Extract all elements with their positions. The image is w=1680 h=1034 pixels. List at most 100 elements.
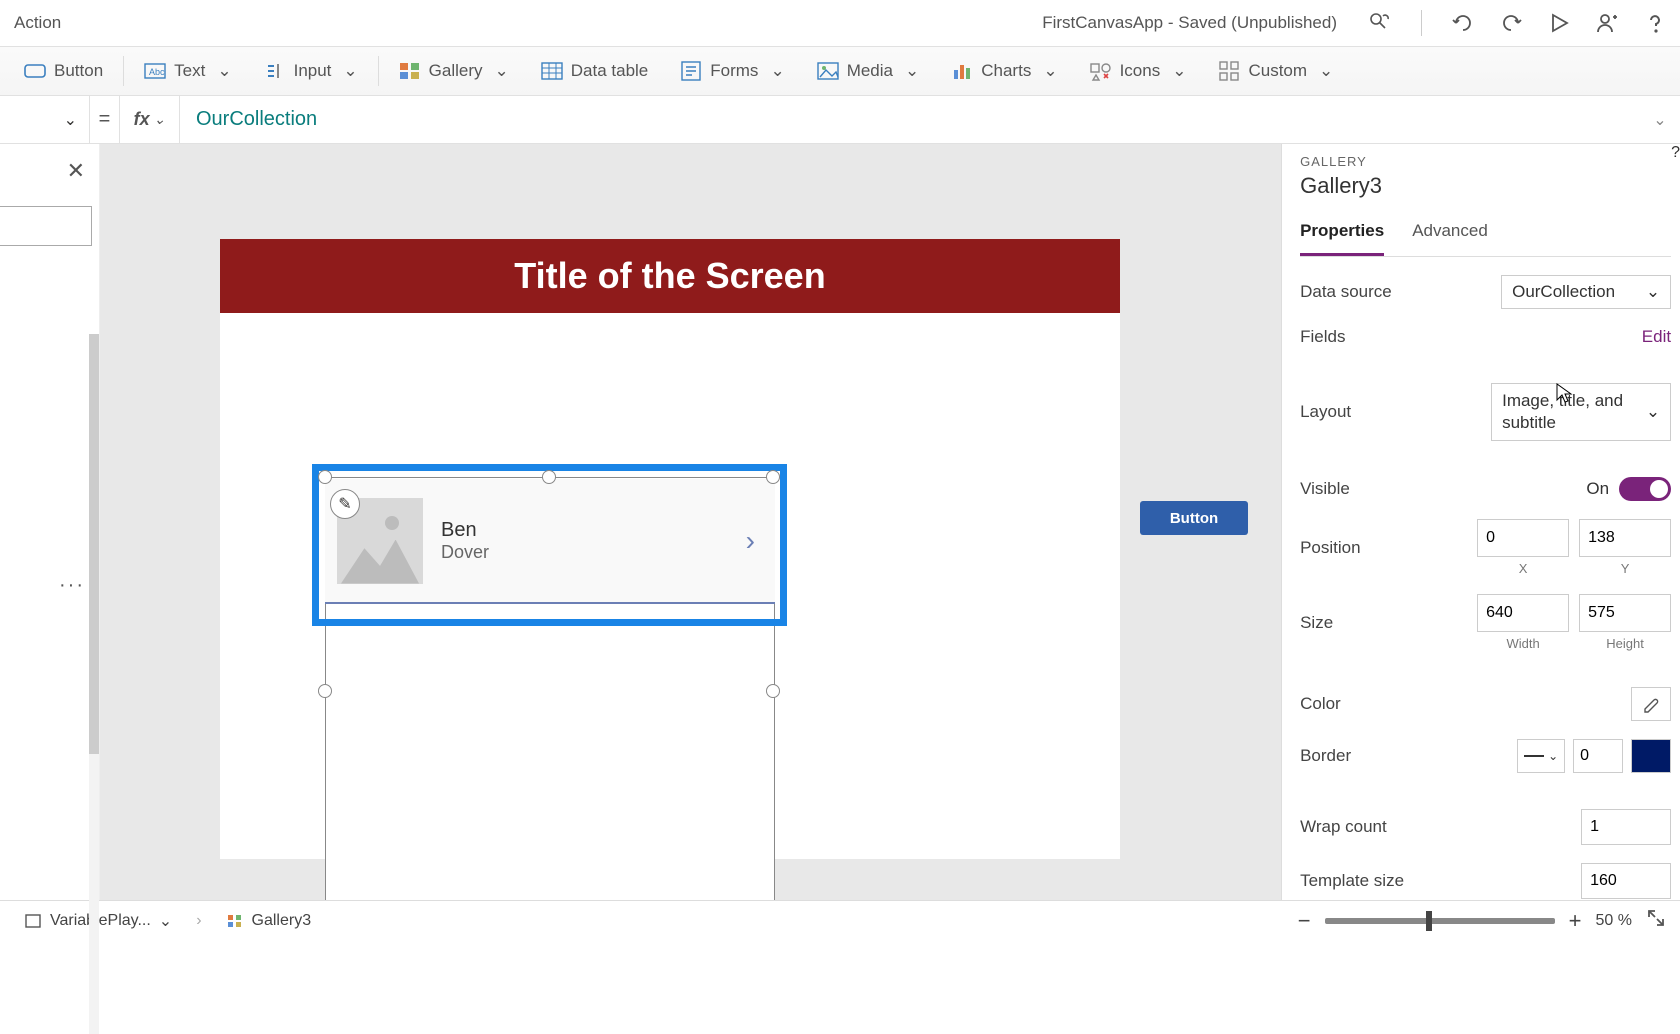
position-x-input[interactable] (1477, 519, 1569, 557)
chevron-down-icon: ⌄ (1646, 402, 1660, 422)
zoom-out-button[interactable]: − (1298, 908, 1311, 934)
breadcrumb-screen-label: VariablePlay... (50, 912, 151, 930)
insert-input-label: Input (294, 61, 332, 81)
formula-bar: ⌄ = fx⌄ OurCollection ⌄ (0, 96, 1680, 144)
panel-help-icon[interactable]: ? (1671, 144, 1680, 900)
help-icon[interactable] (1642, 10, 1668, 36)
forms-icon (680, 60, 702, 82)
zoom-in-button[interactable]: + (1569, 908, 1582, 934)
insert-icons-label: Icons (1120, 61, 1161, 81)
close-icon[interactable]: ✕ (67, 158, 85, 184)
gallery-icon (226, 912, 244, 930)
insert-gallery[interactable]: Gallery ⌄ (385, 54, 523, 88)
play-icon[interactable] (1546, 10, 1572, 36)
size-height-sublabel: Height (1606, 636, 1644, 651)
data-source-dropdown[interactable]: OurCollection ⌄ (1501, 275, 1671, 309)
border-color-picker[interactable] (1631, 739, 1671, 773)
prop-position-label: Position (1300, 538, 1477, 558)
position-y-input[interactable] (1579, 519, 1671, 557)
insert-button[interactable]: Button (10, 54, 117, 88)
visible-toggle[interactable] (1619, 477, 1671, 501)
size-width-sublabel: Width (1506, 636, 1539, 651)
position-x-sublabel: X (1519, 561, 1528, 576)
breadcrumb-control-label: Gallery3 (252, 912, 312, 930)
selection-outline (312, 464, 787, 626)
undo-icon[interactable] (1450, 10, 1476, 36)
custom-icon (1218, 60, 1240, 82)
position-y-sublabel: Y (1621, 561, 1630, 576)
tree-view-panel: ✕ ··· (0, 144, 100, 900)
formula-input[interactable]: OurCollection (180, 96, 1640, 143)
insert-custom[interactable]: Custom ⌄ (1204, 54, 1347, 88)
resize-handle[interactable] (542, 470, 556, 484)
chevron-down-icon: ⌄ (154, 111, 166, 128)
color-picker[interactable] (1631, 687, 1671, 721)
screen-title-label: Title of the Screen (220, 239, 1120, 313)
fields-edit-link[interactable]: Edit (1642, 327, 1671, 347)
chevron-down-icon: ⌄ (1646, 282, 1660, 302)
chevron-down-icon: ⌄ (1172, 61, 1186, 81)
insert-icons[interactable]: Icons ⌄ (1076, 54, 1201, 88)
layout-dropdown[interactable]: Image, title, and subtitle ⌄ (1491, 383, 1671, 441)
tab-advanced[interactable]: Advanced (1412, 213, 1488, 256)
tab-properties[interactable]: Properties (1300, 213, 1384, 256)
insert-input[interactable]: Input ⌄ (250, 54, 372, 88)
resize-handle[interactable] (766, 470, 780, 484)
size-height-input[interactable] (1579, 594, 1671, 632)
zoom-slider[interactable] (1325, 918, 1555, 924)
prop-border-label: Border (1300, 746, 1517, 766)
more-options-icon[interactable]: ··· (59, 574, 85, 597)
edit-template-icon[interactable]: ✎ (330, 489, 360, 519)
breadcrumb-separator: › (196, 912, 201, 930)
chevron-down-icon: ⌄ (1043, 61, 1057, 81)
template-size-input[interactable] (1581, 863, 1671, 899)
media-icon (817, 60, 839, 82)
insert-text-label: Text (174, 61, 205, 81)
prop-size-label: Size (1300, 613, 1477, 633)
ribbon-tab-action[interactable]: Action (12, 13, 61, 33)
resize-handle[interactable] (318, 470, 332, 484)
resize-handle[interactable] (318, 684, 332, 698)
insert-forms-label: Forms (710, 61, 758, 81)
insert-ribbon: Button Abc Text ⌄ Input ⌄ Gallery ⌄ Data… (0, 46, 1680, 96)
icons-icon (1090, 60, 1112, 82)
fit-to-window-icon[interactable] (1646, 908, 1666, 933)
chevron-down-icon: ⌄ (1319, 61, 1333, 81)
property-selector[interactable]: ⌄ (0, 96, 90, 143)
redo-icon[interactable] (1498, 10, 1524, 36)
canvas-button-control[interactable]: Button (1140, 501, 1248, 535)
tree-search-input[interactable] (0, 206, 92, 246)
border-style-dropdown[interactable]: ⌄ (1517, 739, 1565, 773)
insert-media[interactable]: Media ⌄ (803, 54, 934, 88)
resize-handle[interactable] (766, 684, 780, 698)
insert-text[interactable]: Abc Text ⌄ (130, 54, 245, 88)
layout-value: Image, title, and subtitle (1502, 390, 1638, 434)
insert-button-label: Button (54, 61, 103, 81)
chevron-down-icon: ⌄ (495, 61, 509, 81)
border-width-input[interactable] (1573, 739, 1623, 773)
fx-button[interactable]: fx⌄ (120, 96, 180, 143)
canvas-area[interactable]: Title of the Screen Ben Dover › ✎ (100, 144, 1281, 900)
prop-wrap-count-label: Wrap count (1300, 817, 1581, 837)
insert-data-table[interactable]: Data table (527, 54, 663, 88)
wrap-count-input[interactable] (1581, 809, 1671, 845)
insert-charts-label: Charts (981, 61, 1031, 81)
input-icon (264, 60, 286, 82)
share-icon[interactable] (1594, 10, 1620, 36)
size-width-input[interactable] (1477, 594, 1569, 632)
breadcrumb-control[interactable]: Gallery3 (216, 908, 322, 934)
chevron-down-icon: ⌄ (159, 911, 172, 931)
app-checker-icon[interactable] (1367, 10, 1393, 36)
tree-scrollbar[interactable] (89, 334, 99, 1034)
insert-media-label: Media (847, 61, 893, 81)
properties-panel: GALLERY Gallery3 Properties Advanced Dat… (1281, 144, 1671, 900)
insert-charts[interactable]: Charts ⌄ (937, 54, 1071, 88)
chevron-down-icon: ⌄ (64, 110, 77, 130)
prop-color-label: Color (1300, 694, 1631, 714)
insert-forms[interactable]: Forms ⌄ (666, 54, 798, 88)
charts-icon (951, 60, 973, 82)
svg-text:Abc: Abc (149, 67, 165, 77)
insert-custom-label: Custom (1248, 61, 1307, 81)
formula-expand-button[interactable]: ⌄ (1640, 96, 1680, 143)
prop-data-source-label: Data source (1300, 282, 1501, 302)
